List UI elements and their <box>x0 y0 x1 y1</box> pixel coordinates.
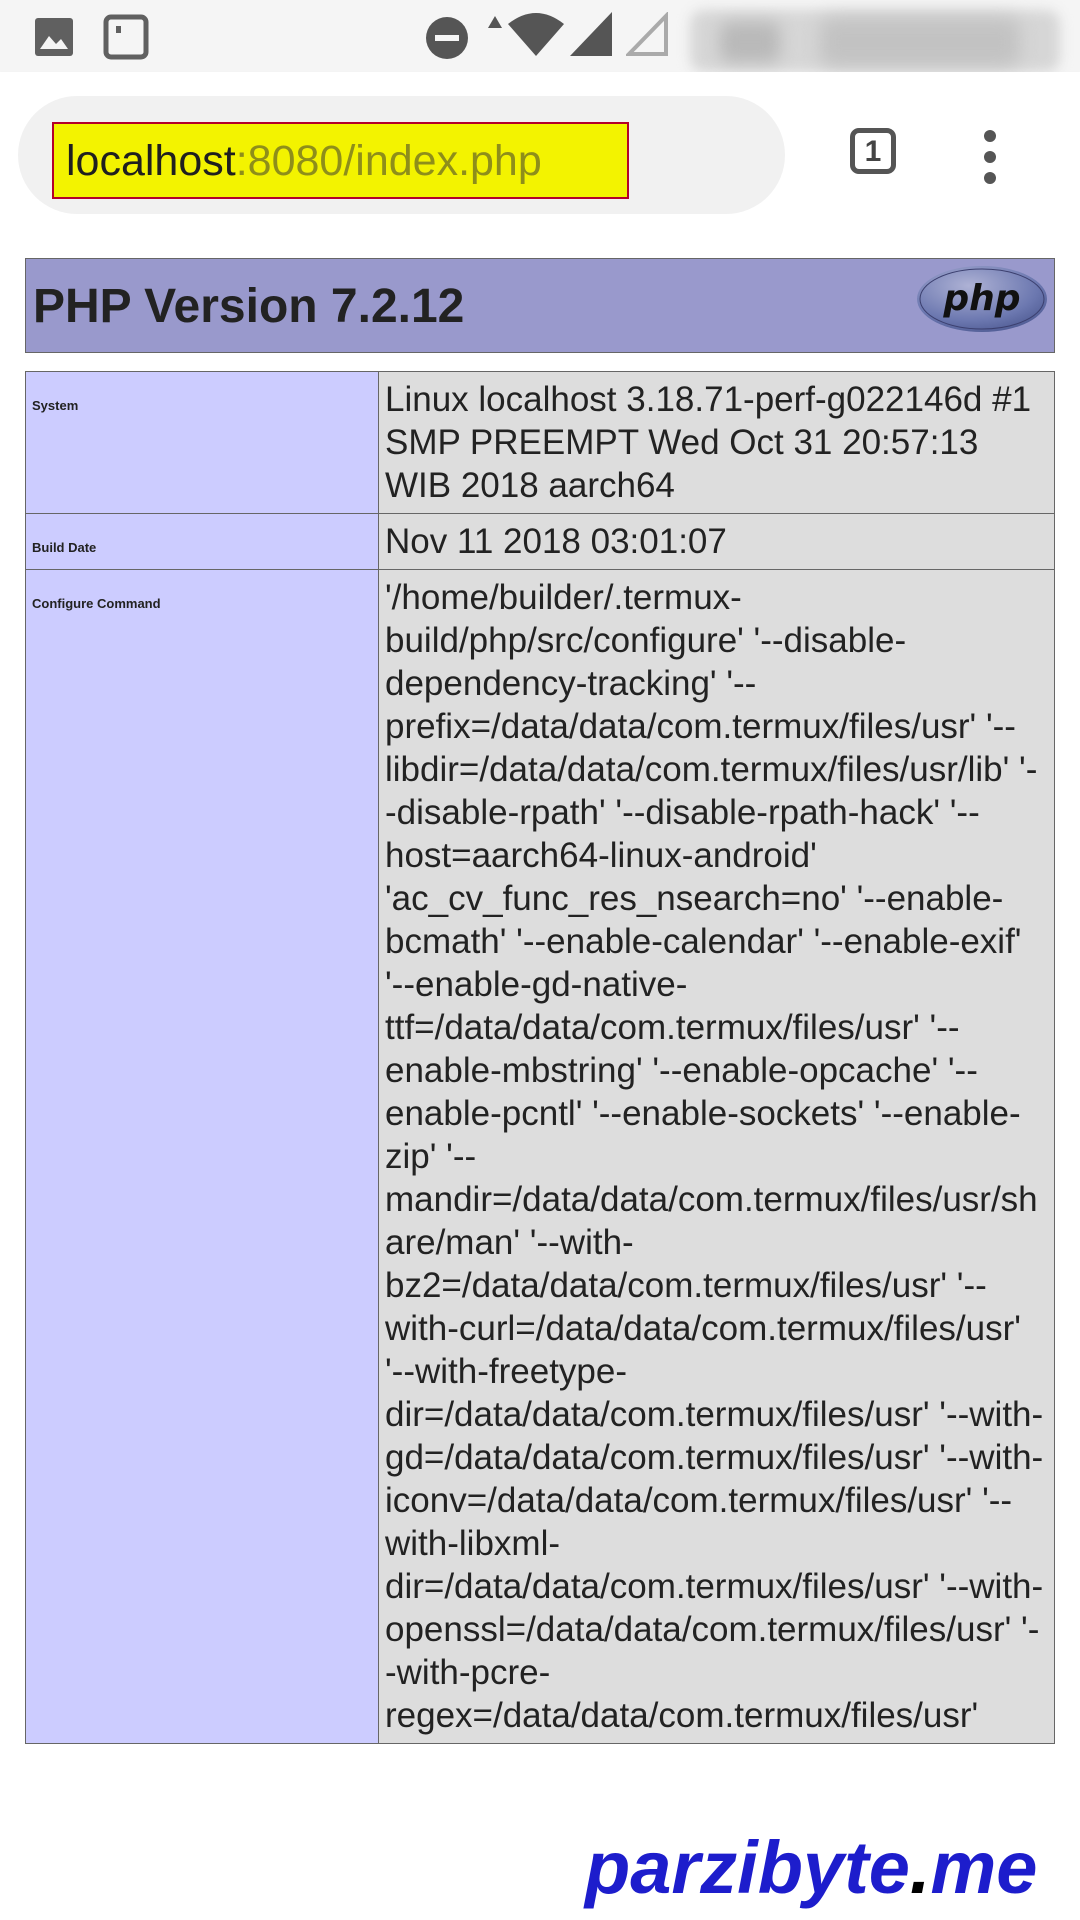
php-header: PHP Version 7.2.12 php <box>25 258 1055 353</box>
watermark-name: parzibyte <box>585 1826 910 1909</box>
blurred-status-area-detail <box>720 22 780 62</box>
data-arrow-icon <box>488 16 502 28</box>
svg-text:php: php <box>942 278 1020 319</box>
page-title: PHP Version 7.2.12 <box>33 280 465 333</box>
cellular-signal-icon <box>570 12 612 56</box>
browser-toolbar: localhost:8080/index.php 1 <box>0 72 1080 240</box>
status-bar <box>0 0 1080 72</box>
do-not-disturb-icon <box>426 17 468 59</box>
row-label: Build Date <box>25 513 379 570</box>
row-value: Linux localhost 3.18.71-perf-g022146d #1… <box>378 371 1055 514</box>
address-bar[interactable]: localhost:8080/index.php <box>18 96 785 214</box>
row-label: Configure Command <box>25 569 379 1744</box>
row-label: System <box>25 371 379 514</box>
tab-switcher-button[interactable]: 1 <box>850 128 896 174</box>
url-host: localhost <box>66 137 236 185</box>
table-row: Build Date Nov 11 2018 03:01:07 <box>25 513 1055 570</box>
blurred-status-area-clock <box>820 18 1020 66</box>
row-value: Nov 11 2018 03:01:07 <box>378 513 1055 570</box>
php-logo: php <box>917 266 1047 332</box>
table-row: Configure Command '/home/builder/.termux… <box>25 569 1055 1744</box>
url-path: :8080/index.php <box>235 137 542 185</box>
table-row: System Linux localhost 3.18.71-perf-g022… <box>25 371 1055 514</box>
more-options-icon[interactable] <box>984 130 996 193</box>
watermark: parzibyte.me <box>585 1828 1037 1908</box>
info-table: System Linux localhost 3.18.71-perf-g022… <box>25 371 1055 1744</box>
image-icon <box>35 18 73 56</box>
url-highlight: localhost:8080/index.php <box>52 122 629 199</box>
wifi-icon <box>508 13 564 56</box>
notification-icon <box>103 14 149 60</box>
page-content: PHP Version 7.2.12 php System Linux loca… <box>0 240 1080 1920</box>
watermark-dot: . <box>909 1826 931 1909</box>
row-value: '/home/builder/.termux-build/php/src/con… <box>378 569 1055 1744</box>
url-text[interactable]: localhost:8080/index.php <box>66 132 542 190</box>
cellular-signal-empty-icon <box>626 12 668 56</box>
watermark-tld: me <box>930 1826 1038 1909</box>
